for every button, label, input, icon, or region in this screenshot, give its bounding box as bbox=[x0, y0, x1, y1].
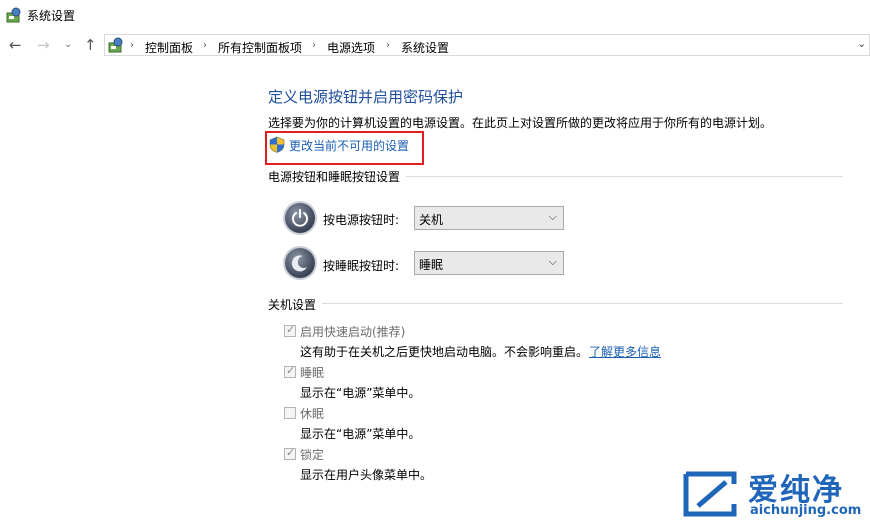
sleep-button-action-value: 睡眠 bbox=[419, 258, 444, 272]
watermark: 爱纯净 aichunjing.com bbox=[678, 463, 870, 522]
chevron-down-icon: ⌵ bbox=[548, 255, 557, 268]
watermark-logo-icon bbox=[683, 471, 737, 517]
forward-arrow-icon[interactable]: → bbox=[37, 36, 50, 54]
uac-shield-icon bbox=[269, 136, 285, 153]
breadcrumb-system-settings[interactable]: 系统设置 bbox=[401, 39, 449, 56]
sleep-button-label: 按睡眠按钮时: bbox=[323, 259, 400, 273]
control-panel-icon bbox=[6, 7, 21, 23]
change-unavailable-settings-link[interactable]: 更改当前不可用的设置 bbox=[289, 137, 409, 154]
power-button-label: 按电源按钮时: bbox=[323, 213, 400, 227]
back-arrow-icon[interactable]: ← bbox=[9, 36, 22, 54]
hibernate-option-label: 休眠 bbox=[300, 407, 325, 421]
checkmark-icon: ✓ bbox=[286, 323, 296, 336]
sleep-button-icon bbox=[285, 248, 315, 278]
recent-pages-chevron-icon[interactable]: ⌄ bbox=[64, 39, 72, 50]
breadcrumb-separator-icon: › bbox=[386, 40, 390, 51]
power-button-icon bbox=[285, 203, 315, 233]
breadcrumb-all-items[interactable]: 所有控制面板项 bbox=[218, 39, 302, 56]
breadcrumb-separator-icon: › bbox=[312, 40, 316, 51]
window-title: 系统设置 bbox=[27, 9, 76, 23]
learn-more-link[interactable]: 了解更多信息 bbox=[589, 343, 661, 360]
breadcrumb-control-panel[interactable]: 控制面板 bbox=[145, 39, 193, 56]
page-title: 定义电源按钮并启用密码保护 bbox=[268, 88, 464, 106]
group-divider bbox=[268, 303, 843, 304]
title-bar: 系统设置 bbox=[0, 0, 870, 32]
fast-startup-checkbox[interactable]: ✓ bbox=[284, 323, 296, 337]
watermark-url: aichunjing.com bbox=[750, 503, 862, 518]
power-group-title: 电源按钮和睡眠按钮设置 bbox=[268, 168, 407, 185]
shutdown-group-title: 关机设置 bbox=[268, 296, 323, 313]
lock-option-description: 显示在用户头像菜单中。 bbox=[300, 468, 433, 482]
page-description: 选择要为你的计算机设置的电源设置。在此页上对设置所做的更改将应用于你所有的电源计… bbox=[268, 116, 773, 130]
lock-option-label: 锁定 bbox=[300, 448, 325, 462]
fast-startup-label: 启用快速启动(推荐) bbox=[300, 325, 406, 339]
sleep-option-description: 显示在“电源”菜单中。 bbox=[300, 386, 421, 400]
breadcrumb-power-options[interactable]: 电源选项 bbox=[327, 39, 375, 56]
lock-checkbox[interactable]: ✓ bbox=[284, 446, 296, 460]
chevron-down-icon: ⌵ bbox=[548, 210, 557, 223]
up-arrow-icon[interactable]: ↑ bbox=[84, 36, 97, 54]
hibernate-option-description: 显示在“电源”菜单中。 bbox=[300, 427, 421, 441]
sleep-option-label: 睡眠 bbox=[300, 366, 325, 380]
breadcrumb-separator-icon: › bbox=[203, 40, 207, 51]
power-button-action-select[interactable]: 关机 ⌵ bbox=[414, 206, 564, 230]
hibernate-checkbox[interactable] bbox=[284, 407, 296, 419]
checkmark-icon: ✓ bbox=[286, 446, 296, 459]
sleep-checkbox[interactable]: ✓ bbox=[284, 364, 296, 378]
fast-startup-description: 这有助于在关机之后更快地启动电脑。不会影响重启。 bbox=[300, 345, 589, 359]
power-button-action-value: 关机 bbox=[419, 213, 444, 227]
sleep-button-action-select[interactable]: 睡眠 ⌵ bbox=[414, 251, 564, 275]
address-bar[interactable]: › 控制面板 › 所有控制面板项 › 电源选项 › 系统设置 ⌄ bbox=[104, 34, 870, 56]
checkmark-icon: ✓ bbox=[286, 364, 296, 377]
address-dropdown-chevron-icon[interactable]: ⌄ bbox=[857, 37, 866, 50]
breadcrumb-separator-icon: › bbox=[130, 40, 134, 51]
control-panel-icon bbox=[108, 37, 123, 53]
